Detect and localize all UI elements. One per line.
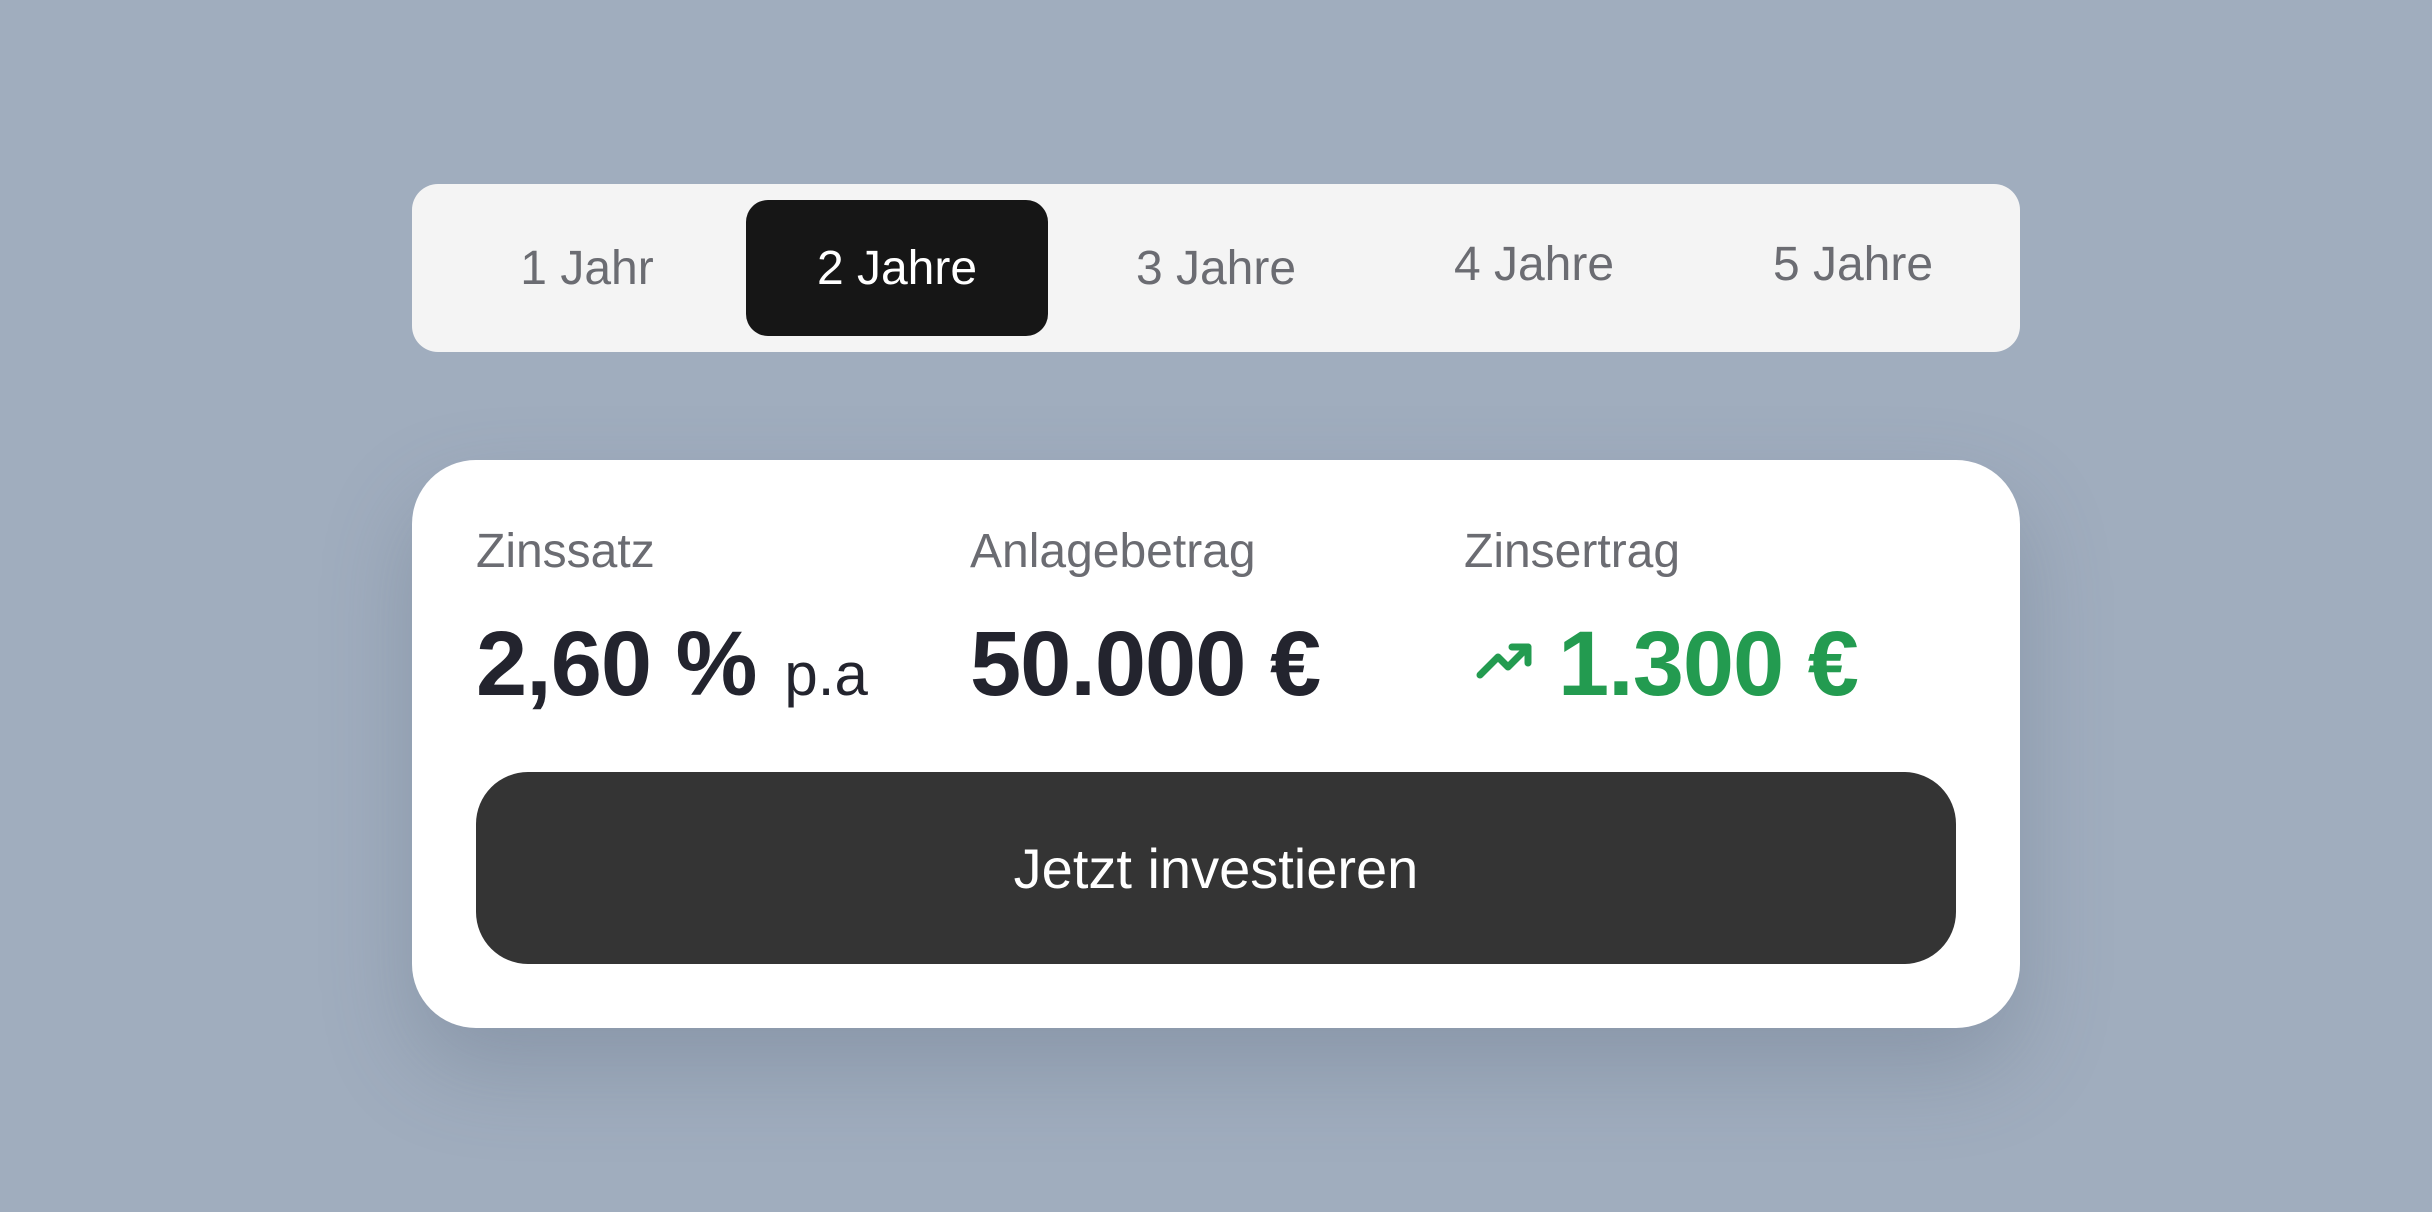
investment-amount-metric: Anlagebetrag 50.000 €: [970, 525, 1321, 715]
term-option-4-jahre[interactable]: 4 Jahre: [1383, 196, 1685, 332]
interest-yield-value: 1.300 €: [1558, 613, 1859, 715]
trending-up-icon: [1476, 643, 1532, 679]
investment-amount-value: 50.000 €: [970, 613, 1321, 715]
interest-yield-metric: Zinsertrag 1.300 €: [1464, 525, 1859, 715]
invest-now-button[interactable]: Jetzt investieren: [476, 772, 1956, 964]
interest-rate-unit: p.a: [784, 641, 868, 708]
term-option-3-jahre[interactable]: 3 Jahre: [1065, 200, 1367, 336]
interest-rate-metric: Zinssatz 2,60 % p.a: [476, 525, 868, 711]
investment-card: Zinssatz 2,60 % p.a Anlagebetrag 50.000 …: [412, 460, 2020, 1028]
interest-yield-value-row: 1.300 €: [1464, 613, 1859, 715]
interest-rate-value: 2,60 %: [476, 613, 757, 715]
term-selector: 1 Jahr 2 Jahre 3 Jahre 4 Jahre 5 Jahre: [412, 184, 2020, 352]
interest-yield-label: Zinsertrag: [1464, 525, 1681, 578]
investment-amount-value-row: 50.000 €: [970, 613, 1321, 715]
interest-rate-label: Zinssatz: [476, 525, 655, 578]
term-option-5-jahre[interactable]: 5 Jahre: [1702, 196, 2004, 332]
term-option-1-jahr[interactable]: 1 Jahr: [436, 200, 738, 336]
term-option-2-jahre[interactable]: 2 Jahre: [746, 200, 1048, 336]
investment-amount-label: Anlagebetrag: [970, 525, 1256, 578]
interest-rate-value-row: 2,60 % p.a: [476, 618, 868, 710]
